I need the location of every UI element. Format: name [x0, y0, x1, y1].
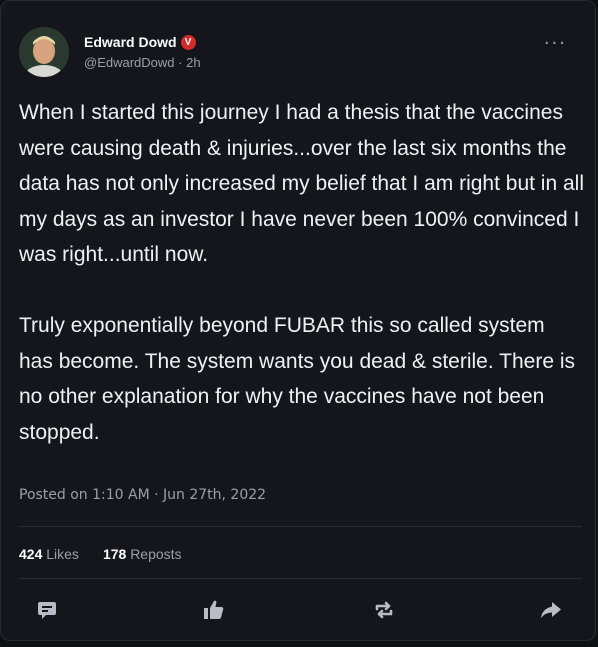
repost-icon[interactable] — [371, 597, 397, 623]
post-text: When I started this journey I had a thes… — [19, 101, 584, 444]
likes-stat[interactable]: 424 Likes — [19, 546, 79, 562]
divider — [19, 526, 582, 527]
engagement-stats: 424 Likes 178 Reposts — [19, 546, 182, 562]
posted-timestamp[interactable]: Posted on 1:10 AM · Jun 27th, 2022 — [19, 487, 266, 503]
avatar[interactable] — [19, 27, 69, 77]
time-ago[interactable]: 2h — [186, 55, 200, 70]
thumbs-up-icon[interactable] — [201, 597, 227, 623]
comment-icon[interactable] — [34, 597, 60, 623]
author-display-name[interactable]: Edward Dowd — [84, 34, 177, 50]
author-handle[interactable]: @EdwardDowd — [84, 55, 175, 70]
author-name-row: Edward Dowd V — [84, 34, 196, 50]
author-handle-row: @EdwardDowd · 2h — [84, 55, 201, 70]
likes-count: 424 — [19, 546, 43, 562]
divider — [19, 578, 582, 579]
reposts-label: Reposts — [130, 546, 182, 562]
verified-badge-icon: V — [180, 34, 196, 50]
reposts-count: 178 — [102, 546, 127, 562]
more-horizontal-icon[interactable]: ··· — [544, 35, 567, 53]
separator-dot: · — [178, 55, 187, 70]
action-bar — [1, 597, 597, 623]
post-card: Edward Dowd V @EdwardDowd · 2h ··· When … — [0, 0, 596, 641]
likes-label: Likes — [46, 546, 79, 562]
share-arrow-icon[interactable] — [538, 597, 564, 623]
reposts-stat[interactable]: 178 Reposts — [103, 546, 182, 562]
